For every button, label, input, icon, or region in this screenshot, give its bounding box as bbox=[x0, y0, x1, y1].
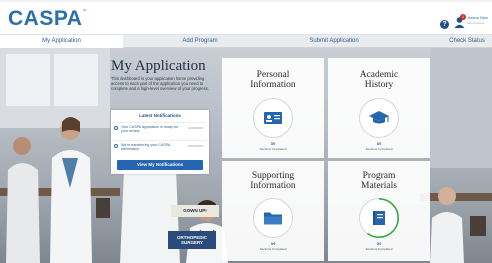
card-title-line2: Information bbox=[250, 181, 296, 191]
card-status: Sections Completed bbox=[365, 147, 393, 151]
card-count: 0/0 bbox=[376, 142, 382, 146]
tab-add-program[interactable]: Add Program bbox=[123, 35, 277, 48]
card-title-line1: Program bbox=[362, 171, 396, 181]
card-status: Sections Completed bbox=[365, 247, 393, 251]
tab-my-application[interactable]: My Application bbox=[0, 35, 123, 48]
question-circle-icon[interactable]: ? bbox=[440, 20, 449, 29]
card-supporting-information[interactable]: Supporting Information 0/0 Sections Comp… bbox=[222, 161, 324, 261]
card-title-line1: Personal bbox=[256, 70, 290, 80]
top-bar: CASPA ™ ? 1 Jessica Taher cas.xxxxxxxx bbox=[0, 0, 492, 34]
card-status: Sections Completed bbox=[259, 247, 287, 251]
card-progress-ring bbox=[358, 197, 399, 238]
latest-notifications-panel: Latest Notifications Your CASPA applicat… bbox=[111, 110, 209, 174]
card-title-line2: Information bbox=[250, 80, 296, 90]
notification-count-badge: 1 bbox=[460, 14, 466, 20]
clock-icon bbox=[114, 126, 118, 130]
orthopedic-surgery-sign: ORTHOPEDIC SURGERY bbox=[176, 235, 207, 245]
card-progress-ring bbox=[253, 198, 293, 238]
card-title-line1: Academic bbox=[359, 70, 399, 80]
card-count: 0/0 bbox=[270, 142, 276, 146]
card-personal-information[interactable]: Personal Information 0/0 Sections Comple… bbox=[222, 58, 324, 158]
tab-submit-application[interactable]: Submit Application bbox=[277, 35, 391, 48]
card-program-materials[interactable]: Program Materials 0/0 Sections Completed bbox=[328, 161, 430, 261]
user-subtitle: cas.xxxxxxxx bbox=[467, 21, 485, 25]
card-academic-history[interactable]: Academic History 0/0 Sections Completed bbox=[328, 58, 430, 158]
card-count: 0/0 bbox=[376, 242, 382, 246]
notification-text: Your CASPA application is ready for your… bbox=[121, 125, 178, 134]
intro-text: This dashboard is your application home … bbox=[111, 76, 209, 91]
card-status: Sections Completed bbox=[259, 147, 287, 151]
id-card-icon bbox=[264, 112, 282, 124]
card-progress-ring bbox=[253, 98, 293, 138]
notifications-title: Latest Notifications bbox=[139, 113, 181, 118]
gown-up-sign: GOWN UP! bbox=[183, 208, 207, 213]
card-progress-ring bbox=[359, 98, 399, 138]
card-title-line2: Materials bbox=[361, 181, 397, 191]
user-name[interactable]: Jessica Taher bbox=[467, 16, 492, 20]
card-title-line2: History bbox=[364, 80, 394, 90]
page-title: My Application bbox=[111, 58, 206, 74]
card-title-line1: Supporting bbox=[251, 171, 295, 181]
notification-date: 00/00/0000 bbox=[188, 126, 204, 130]
book-icon bbox=[373, 211, 385, 225]
notification-item[interactable]: We're transferring your CASPA informatio… bbox=[114, 140, 206, 156]
notification-date: 00/00/0000 bbox=[188, 144, 204, 148]
folder-icon bbox=[264, 212, 282, 225]
tab-check-status[interactable]: Check Status bbox=[442, 35, 492, 48]
main-nav: My Application Add Program Submit Applic… bbox=[0, 34, 492, 48]
caspa-logo[interactable]: CASPA bbox=[8, 8, 82, 29]
graduation-cap-icon bbox=[369, 111, 389, 124]
card-count: 0/0 bbox=[270, 242, 276, 246]
clock-icon bbox=[114, 144, 118, 148]
notification-item[interactable]: Your CASPA application is ready for your… bbox=[114, 122, 206, 138]
view-notifications-button[interactable]: View My Notifications bbox=[117, 160, 203, 170]
notification-text: We're transferring your CASPA informatio… bbox=[121, 143, 171, 152]
logo-trademark: ™ bbox=[82, 8, 86, 13]
